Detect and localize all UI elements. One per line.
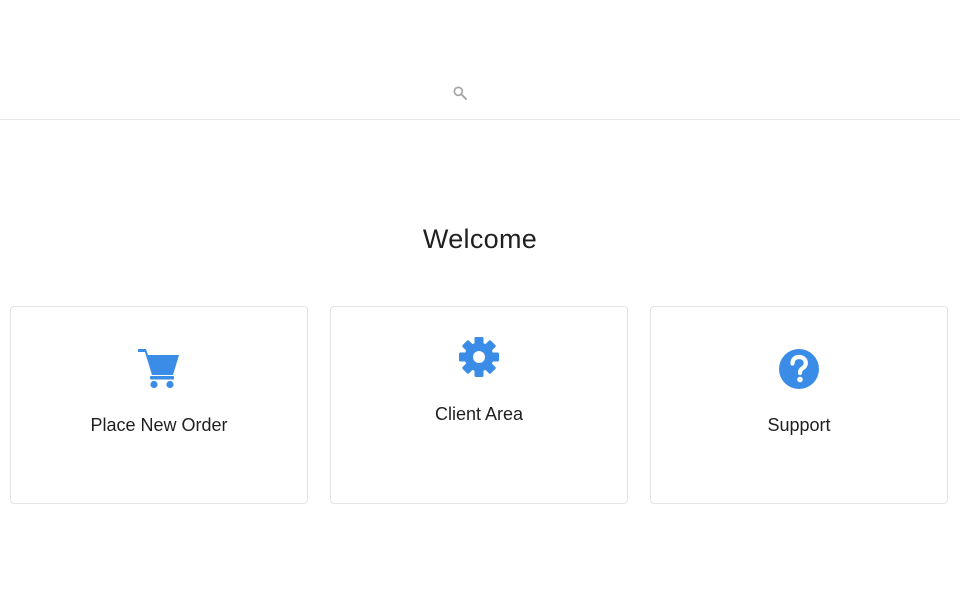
client-area-card[interactable]: Client Area (330, 306, 628, 504)
search-icon[interactable] (452, 85, 468, 106)
card-label: Place New Order (90, 415, 228, 435)
help-circle-icon (651, 348, 947, 390)
card-label: Client Area (434, 404, 524, 424)
gear-icon (331, 336, 627, 378)
search-button[interactable] (450, 85, 470, 105)
support-card[interactable]: Support (650, 306, 948, 504)
cart-icon (11, 347, 307, 389)
welcome-heading: Welcome (422, 224, 538, 254)
top-header (0, 0, 960, 120)
place-new-order-card[interactable]: Place New Order (10, 306, 308, 504)
card-label: Support (767, 415, 831, 435)
